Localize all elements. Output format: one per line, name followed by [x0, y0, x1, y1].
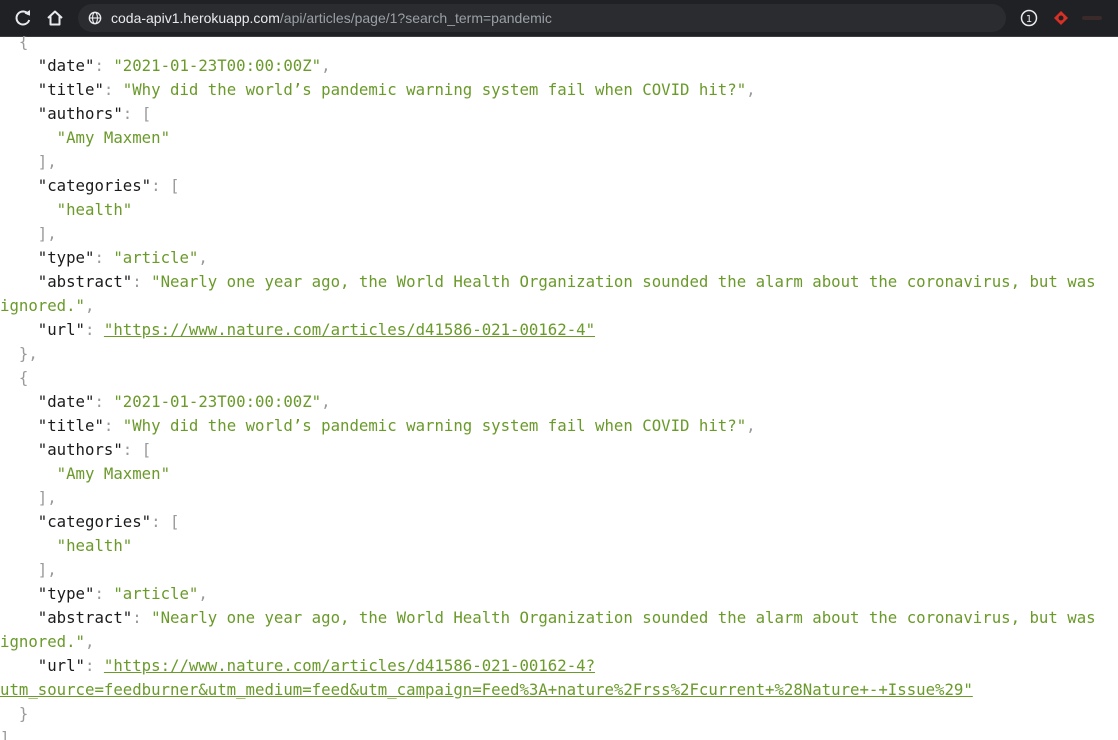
json-line-authors: "authors": [ — [37, 104, 152, 123]
json-line-author: "Amy Maxmen" — [56, 464, 171, 483]
json-line-url: "url": "https://www.nature.com/articles/… — [37, 656, 596, 675]
address-bar[interactable]: coda-apiv1.herokuapp.com/api/articles/pa… — [78, 4, 1006, 32]
json-line-author: "Amy Maxmen" — [56, 128, 171, 147]
json-line: { — [18, 368, 29, 387]
json-line: }, — [18, 344, 38, 363]
url-text[interactable]: coda-apiv1.herokuapp.com/api/articles/pa… — [111, 10, 552, 26]
extension-icon[interactable]: 1 — [1020, 9, 1038, 27]
json-line: ], — [37, 224, 57, 243]
json-line-url: "url": "https://www.nature.com/articles/… — [37, 320, 596, 339]
json-line: ], — [37, 488, 57, 507]
browser-toolbar: coda-apiv1.herokuapp.com/api/articles/pa… — [0, 0, 1118, 37]
json-line-title: "title": "Why did the world’s pandemic w… — [37, 80, 756, 99]
json-line: ], — [37, 152, 57, 171]
extension-icon[interactable] — [1080, 10, 1104, 26]
article-url-link[interactable]: "https://www.nature.com/articles/d41586-… — [104, 656, 595, 675]
json-line: ] — [0, 728, 10, 740]
json-line-category: "health" — [56, 536, 133, 555]
json-line-type: "type": "article", — [37, 248, 208, 267]
reload-icon[interactable] — [13, 8, 33, 28]
json-line-category: "health" — [56, 200, 133, 219]
json-line-categories: "categories": [ — [37, 512, 180, 531]
json-line-type: "type": "article", — [37, 584, 208, 603]
json-line-abstract-wrap: ignored.", — [0, 632, 95, 651]
json-line-categories: "categories": [ — [37, 176, 180, 195]
json-line-abstract-wrap: ignored.", — [0, 296, 95, 315]
article-url-link[interactable]: "https://www.nature.com/articles/d41586-… — [104, 320, 595, 339]
url-path: /api/articles/page/1?search_term=pandemi… — [279, 10, 552, 26]
home-icon[interactable] — [45, 8, 65, 28]
json-line-date: "date": "2021-01-23T00:00:00Z", — [37, 56, 331, 75]
json-line-authors: "authors": [ — [37, 440, 152, 459]
json-line: { — [18, 36, 29, 51]
json-viewer: { "date": "2021-01-23T00:00:00Z", "title… — [0, 36, 1118, 740]
extension-icon[interactable] — [1052, 9, 1070, 27]
json-line: } — [18, 704, 29, 723]
json-line-url-wrap: utm_source=feedburner&utm_medium=feed&ut… — [0, 678, 973, 702]
json-line: ], — [37, 560, 57, 579]
svg-text:1: 1 — [1026, 14, 1032, 25]
article-url-link-wrap[interactable]: utm_source=feedburner&utm_medium=feed&ut… — [0, 680, 973, 699]
json-line-abstract: "abstract": "Nearly one year ago, the Wo… — [37, 608, 1096, 627]
json-line-date: "date": "2021-01-23T00:00:00Z", — [37, 392, 331, 411]
site-info-icon[interactable] — [88, 11, 102, 25]
url-host: coda-apiv1.herokuapp.com — [111, 10, 280, 26]
json-line-abstract: "abstract": "Nearly one year ago, the Wo… — [37, 272, 1096, 291]
json-line-title: "title": "Why did the world’s pandemic w… — [37, 416, 756, 435]
